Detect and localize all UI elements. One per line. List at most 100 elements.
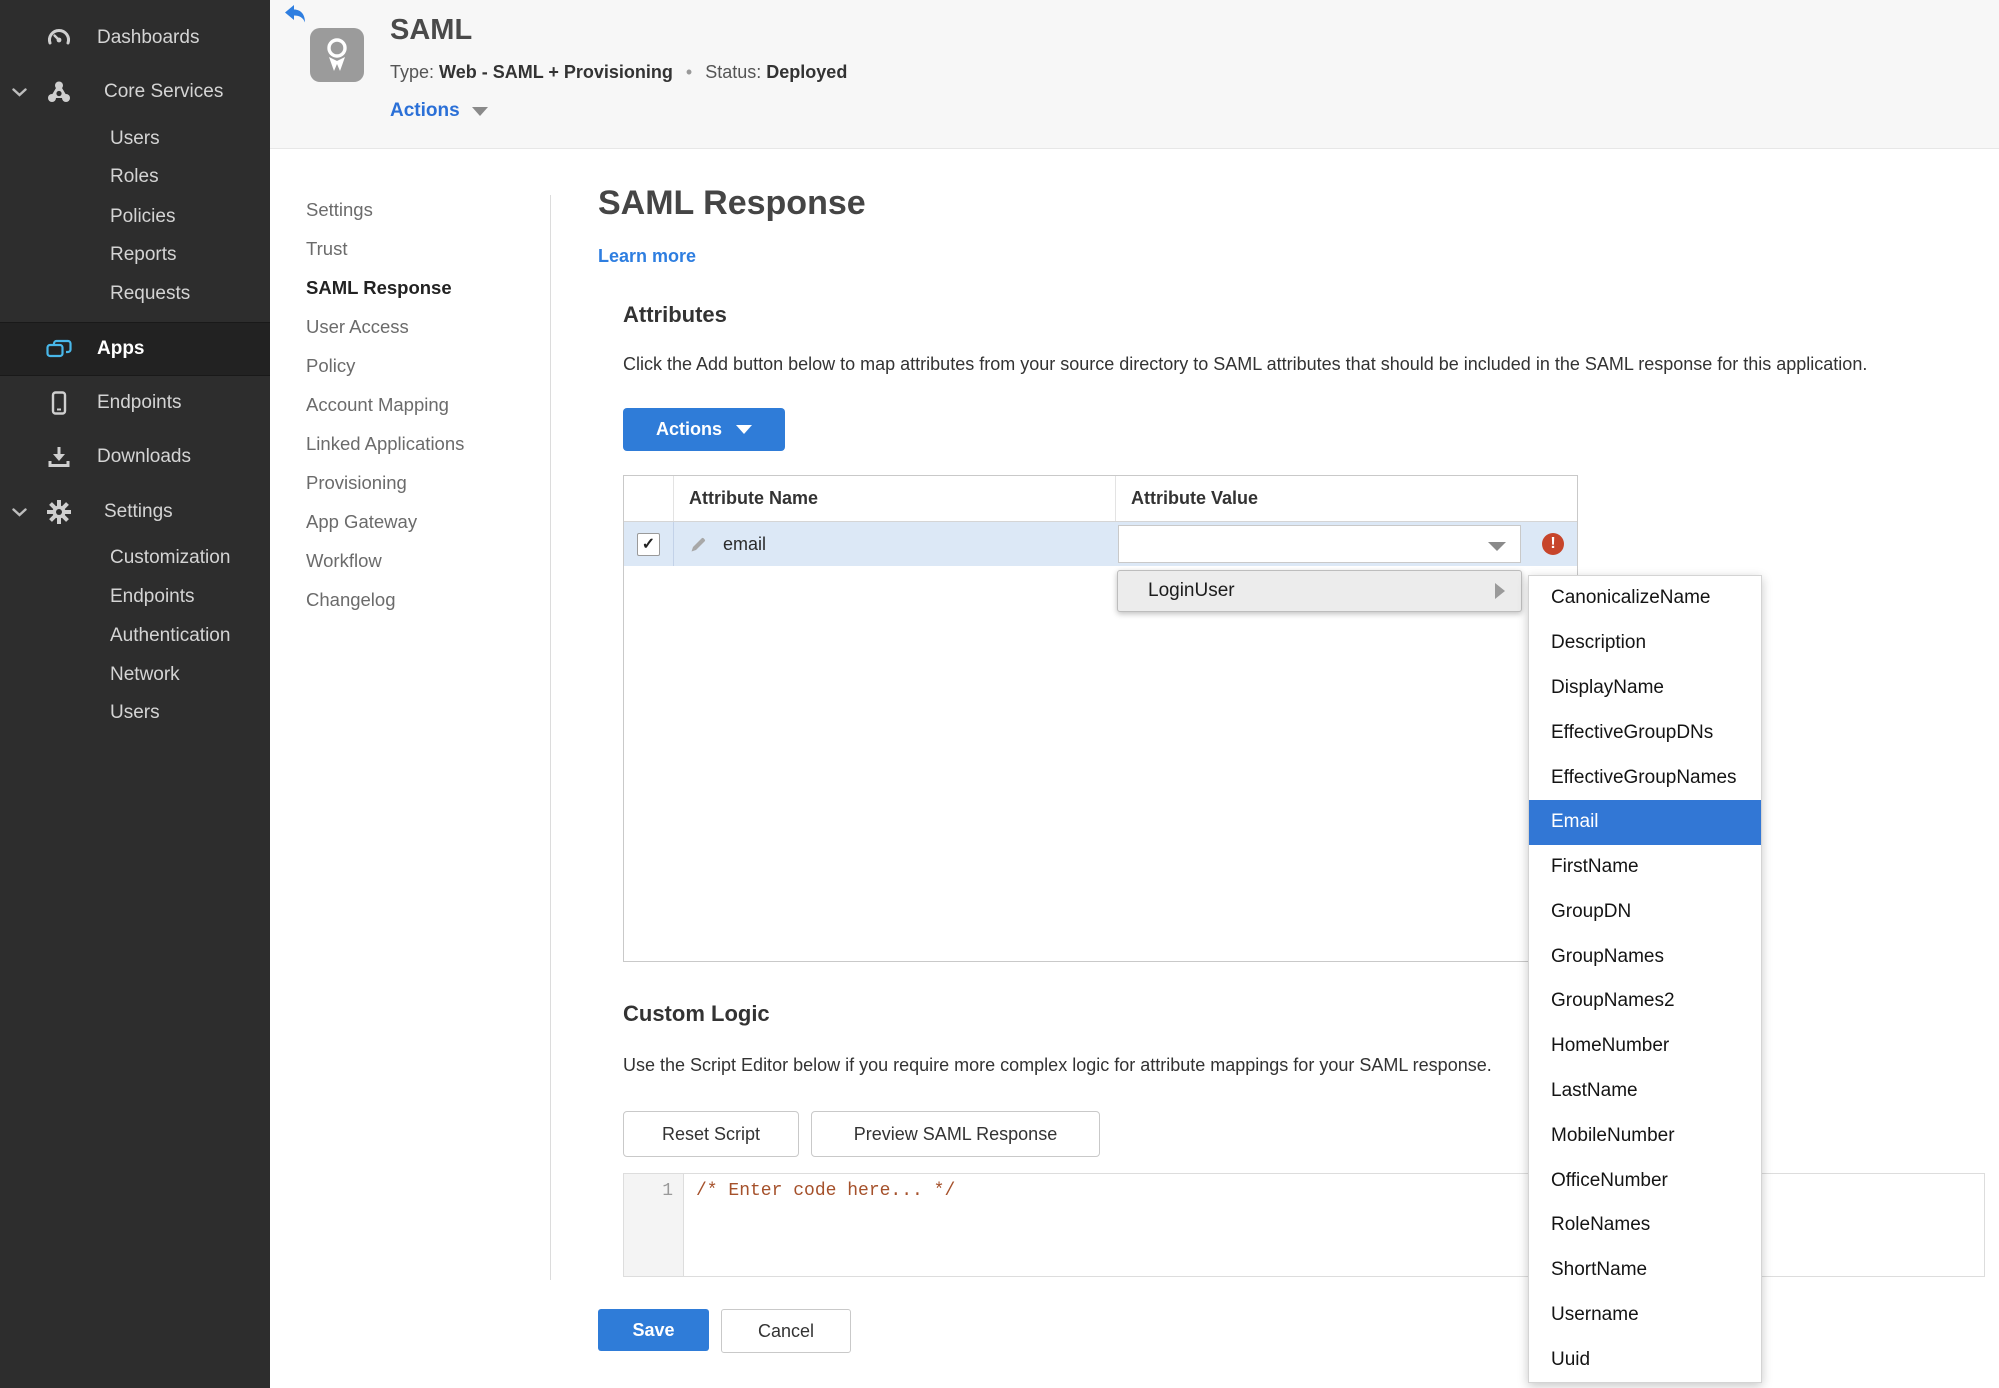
table-header-row: Attribute Name Attribute Value: [624, 476, 1577, 522]
menu-item-uuid[interactable]: Uuid: [1529, 1337, 1761, 1382]
chevron-down-icon: [12, 498, 28, 526]
menu-item-effectivegroupnames[interactable]: EffectiveGroupNames: [1529, 755, 1761, 800]
table-row[interactable]: ✓ email !: [624, 522, 1577, 566]
editor-code-area[interactable]: /* Enter code here... */: [684, 1174, 1984, 1276]
tab-user-access[interactable]: User Access: [306, 307, 464, 346]
menu-item-mobilenumber[interactable]: MobileNumber: [1529, 1113, 1761, 1158]
sidebar-item-authentication[interactable]: Authentication: [0, 622, 230, 650]
menu-item-effectivegroupdns[interactable]: EffectiveGroupDNs: [1529, 710, 1761, 755]
tab-policy[interactable]: Policy: [306, 346, 464, 385]
editor-line-number: 1: [624, 1174, 684, 1276]
sidebar-item-endpoints-settings[interactable]: Endpoints: [0, 583, 195, 611]
chevron-down-icon: [1488, 542, 1506, 551]
menu-item-groupnames[interactable]: GroupNames: [1529, 934, 1761, 979]
chevron-down-icon: [12, 78, 28, 106]
checkbox-column-header: [624, 476, 674, 521]
chevron-down-icon: [736, 425, 752, 434]
core-services-icon: [45, 78, 73, 106]
attribute-name-cell: email: [723, 533, 767, 554]
sidebar-item-dashboards[interactable]: Dashboards: [0, 24, 199, 52]
tab-account-mapping[interactable]: Account Mapping: [306, 385, 464, 424]
sidebar-item-reports[interactable]: Reports: [0, 241, 177, 269]
menu-item-description[interactable]: Description: [1529, 621, 1761, 666]
learn-more-link[interactable]: Learn more: [598, 246, 696, 267]
sidebar: Dashboards Core Services Users Roles Pol…: [0, 0, 270, 1388]
menu-item-lastname[interactable]: LastName: [1529, 1069, 1761, 1114]
menu-item-officenumber[interactable]: OfficeNumber: [1529, 1158, 1761, 1203]
chevron-down-icon: [471, 106, 488, 116]
edit-pencil-icon[interactable]: [689, 535, 708, 554]
error-icon: !: [1542, 533, 1564, 555]
attributes-actions-button[interactable]: Actions: [623, 408, 785, 451]
type-value: Web - SAML + Provisioning: [439, 62, 673, 82]
custom-logic-description: Use the Script Editor below if you requi…: [623, 1055, 1492, 1075]
sidebar-item-customization[interactable]: Customization: [0, 544, 230, 572]
tab-provisioning[interactable]: Provisioning: [306, 463, 464, 502]
sidebar-item-endpoints[interactable]: Endpoints: [0, 389, 182, 417]
tab-trust[interactable]: Trust: [306, 229, 464, 268]
header-actions-menu[interactable]: Actions: [390, 100, 488, 122]
sidebar-item-roles[interactable]: Roles: [0, 163, 159, 191]
nav-divider: [550, 195, 551, 1280]
sidebar-item-downloads[interactable]: Downloads: [0, 443, 191, 471]
app-meta-row: Type: Web - SAML + Provisioning • Status…: [390, 62, 847, 83]
loginuser-attribute-submenu: CanonicalizeName Description DisplayName…: [1528, 575, 1762, 1383]
preview-saml-response-button[interactable]: Preview SAML Response: [811, 1111, 1100, 1157]
menu-item-username[interactable]: Username: [1529, 1293, 1761, 1338]
meta-separator: •: [685, 62, 693, 82]
tab-saml-response[interactable]: SAML Response: [306, 268, 464, 307]
menu-item-homenumber[interactable]: HomeNumber: [1529, 1024, 1761, 1069]
column-header-attribute-name: Attribute Name: [674, 476, 1116, 521]
saml-app-icon: [310, 28, 364, 82]
menu-item-email-selected[interactable]: Email: [1529, 799, 1761, 845]
sidebar-item-network[interactable]: Network: [0, 661, 180, 689]
cancel-button[interactable]: Cancel: [721, 1309, 851, 1353]
menu-item-displayname[interactable]: DisplayName: [1529, 666, 1761, 711]
page-title: SAML Response: [598, 184, 866, 222]
app-config-nav: Settings Trust SAML Response User Access…: [306, 190, 464, 619]
sidebar-item-core-services[interactable]: Core Services: [0, 78, 223, 106]
sidebar-label: Apps: [97, 338, 145, 359]
sidebar-label: Dashboards: [97, 27, 200, 48]
attribute-value-dropdown[interactable]: [1118, 525, 1521, 563]
app-header: SAML Type: Web - SAML + Provisioning • S…: [270, 0, 1999, 149]
menu-item-groupnames2[interactable]: GroupNames2: [1529, 979, 1761, 1024]
sidebar-label: Core Services: [104, 81, 224, 102]
mobile-device-icon: [45, 389, 73, 417]
sidebar-item-settings[interactable]: Settings: [0, 498, 173, 526]
sidebar-item-apps-selected[interactable]: Apps: [0, 322, 270, 376]
check-icon: ✓: [641, 536, 656, 553]
apps-icon: [45, 335, 73, 363]
save-button[interactable]: Save: [598, 1309, 709, 1351]
tab-settings[interactable]: Settings: [306, 190, 464, 229]
sidebar-item-users[interactable]: Users: [0, 125, 160, 153]
sidebar-item-requests[interactable]: Requests: [0, 280, 190, 308]
sidebar-item-users-settings[interactable]: Users: [0, 699, 160, 727]
menu-item-firstname[interactable]: FirstName: [1529, 845, 1761, 890]
status-badge: Deployed: [766, 62, 848, 82]
column-header-attribute-value: Attribute Value: [1131, 488, 1259, 508]
reset-script-button[interactable]: Reset Script: [623, 1111, 799, 1157]
tab-app-gateway[interactable]: App Gateway: [306, 502, 464, 541]
menu-item-shortname[interactable]: ShortName: [1529, 1248, 1761, 1293]
row-checkbox[interactable]: ✓: [637, 532, 660, 556]
sidebar-item-policies[interactable]: Policies: [0, 203, 175, 231]
menu-item-rolenames[interactable]: RoleNames: [1529, 1203, 1761, 1248]
back-icon[interactable]: [284, 4, 306, 24]
custom-logic-heading: Custom Logic: [623, 1001, 770, 1026]
gear-icon: [45, 498, 73, 526]
tab-workflow[interactable]: Workflow: [306, 541, 464, 580]
value-picker-menu-loginuser[interactable]: LoginUser: [1117, 570, 1522, 612]
type-label: Type:: [390, 62, 435, 82]
script-editor: 1 /* Enter code here... */: [623, 1173, 1985, 1277]
submenu-arrow-icon: [1495, 583, 1505, 599]
tab-linked-applications[interactable]: Linked Applications: [306, 424, 464, 463]
tab-changelog[interactable]: Changelog: [306, 580, 464, 619]
menu-item-canonicalizename[interactable]: CanonicalizeName: [1529, 576, 1761, 621]
attributes-description: Click the Add button below to map attrib…: [623, 354, 1868, 374]
app-title: SAML: [390, 14, 473, 46]
gauge-icon: [45, 24, 73, 52]
attributes-table: Attribute Name Attribute Value ✓ email !: [623, 475, 1578, 962]
attributes-heading: Attributes: [623, 302, 727, 327]
menu-item-groupdn[interactable]: GroupDN: [1529, 889, 1761, 934]
